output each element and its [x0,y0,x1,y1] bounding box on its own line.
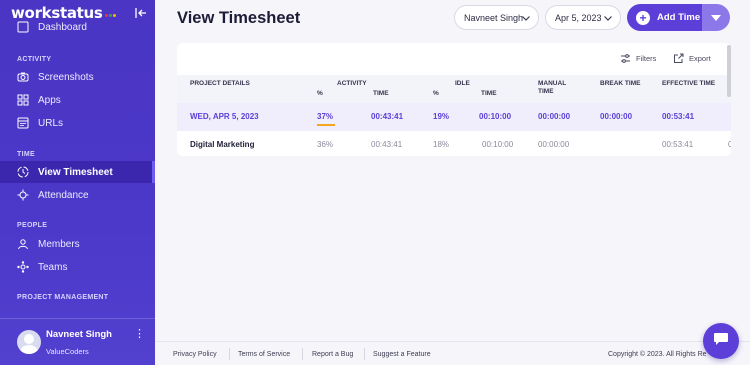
sidebar-item-label: URLs [38,117,64,129]
section-activity: ACTIVITY [17,56,52,63]
footer-divider [364,348,365,360]
attendance-icon [17,189,29,201]
idle-time: 00:10:00 [479,112,512,121]
date-select-value: Apr 5, 2023 [555,12,602,23]
export-button[interactable]: Export [673,53,711,64]
user-organization: ValueCoders [46,347,89,356]
cut-off-value: 0 [728,140,731,149]
break-time: 00:00:00 [600,112,633,121]
collapse-sidebar-icon[interactable] [134,6,148,20]
camera-icon [17,71,29,83]
header-project-details: PROJECT DETAILS [190,80,250,87]
dashboard-icon [17,21,29,33]
table-header: PROJECT DETAILS ACTIVITY % TIME % IDLE T… [177,75,731,103]
activity-time: 00:43:41 [371,140,403,149]
idle-time: 00:10:00 [482,140,514,149]
activity-percent: 37% [317,112,334,121]
sidebar-item-screenshots[interactable]: Screenshots [0,66,155,88]
member-select-value: Navneet Singh [464,12,524,23]
section-project-management: PROJECT MANAGEMENT [17,294,109,301]
activity-time: 00:43:41 [371,112,404,121]
header-idle: IDLE [455,80,470,87]
add-time-button[interactable]: + Add Time [627,4,702,31]
chat-bubble-icon [713,332,729,351]
members-icon [17,238,29,250]
more-options-icon[interactable]: ⋮ [134,327,145,341]
sidebar-item-label: Screenshots [38,71,94,83]
idle-percent: 18% [433,140,450,149]
page-title: View Timesheet [177,9,301,27]
timesheet-card: Filters Export PROJECT DETAILS ACTIVITY … [177,43,731,156]
header-idle-pct: % [433,90,439,97]
sidebar: workstatus Dashboard ACTIVITY Screenshot… [0,0,155,365]
header-manual-line-1: MANUAL [538,80,567,87]
sidebar-item-label: Teams [38,261,68,273]
section-people: PEOPLE [17,222,48,229]
header-activity: ACTIVITY [337,80,367,87]
add-time-dropdown-button[interactable] [702,4,730,31]
report-bug-link[interactable]: Report a Bug [312,351,353,358]
sidebar-item-label: View Timesheet [38,166,113,178]
copyright-text: Copyright © 2023. All Rights Re [608,351,707,358]
table-row-day[interactable]: WED, APR 5, 2023 37% 00:43:41 19% 00:10:… [177,103,731,131]
sidebar-item-label: Attendance [38,189,89,201]
caret-down-icon [711,14,721,21]
header-effective-time: EFFECTIVE TIME [662,80,716,87]
sidebar-item-teams[interactable]: Teams [0,256,155,278]
sidebar-item-members[interactable]: Members [0,233,155,255]
header-break-time: BREAK TIME [600,80,641,87]
privacy-policy-link[interactable]: Privacy Policy [173,351,217,358]
footer-divider [302,348,303,360]
manual-time: 00:00:00 [538,140,570,149]
teams-icon [17,261,29,273]
terms-of-service-link[interactable]: Terms of Service [238,351,290,358]
add-time-label: Add Time [657,12,701,23]
table-row-project[interactable]: Digital Marketing 36% 00:43:41 18% 00:10… [177,131,731,156]
activity-percent: 36% [317,140,334,149]
header-idle-time: TIME [481,90,497,97]
sidebar-item-label: Members [38,238,80,250]
avatar[interactable] [17,330,41,354]
vertical-scrollbar[interactable] [727,45,731,97]
chevron-down-icon [521,13,531,23]
effective-time: 00:53:41 [662,112,695,121]
row-date: WED, APR 5, 2023 [190,112,259,121]
sidebar-item-dashboard[interactable]: Dashboard [0,20,155,38]
member-select[interactable]: Navneet Singh [454,5,539,30]
activity-progress-bar [317,124,335,126]
sidebar-item-attendance[interactable]: Attendance [0,184,155,206]
idle-percent: 19% [433,112,450,121]
user-name: Navneet Singh [46,329,112,340]
sidebar-menu: Dashboard ACTIVITY Screenshots Apps URLs… [0,20,155,316]
plus-icon: + [636,10,650,25]
sidebar-item-view-timesheet[interactable]: View Timesheet [0,161,155,183]
header-activity-pct: % [317,90,323,97]
clock-icon [17,166,29,178]
section-time: TIME [17,151,35,158]
user-profile[interactable]: Navneet Singh ValueCoders ⋮ [0,318,155,365]
suggest-feature-link[interactable]: Suggest a Feature [373,351,431,358]
chat-support-button[interactable] [703,323,739,359]
header-manual-time: MANUAL TIME [538,80,566,96]
apps-grid-icon [17,94,29,106]
sidebar-item-urls[interactable]: URLs [0,112,155,134]
header-manual-line-2: TIME [538,88,554,95]
project-name: Digital Marketing [190,140,255,149]
filter-sliders-icon [620,53,631,64]
export-icon [673,53,684,64]
filters-button[interactable]: Filters [620,53,656,64]
export-label: Export [689,54,711,63]
sidebar-item-label: Dashboard [38,21,87,33]
sidebar-item-apps[interactable]: Apps [0,89,155,111]
browser-icon [17,117,29,129]
footer-divider [229,348,230,360]
manual-time: 00:00:00 [538,112,571,121]
sidebar-item-label: Apps [38,94,61,106]
date-select[interactable]: Apr 5, 2023 [545,5,621,30]
header-activity-time: TIME [373,90,389,97]
footer: Privacy Policy Terms of Service Report a… [155,341,750,365]
chevron-down-icon [603,13,613,23]
effective-time: 00:53:41 [662,140,694,149]
filters-label: Filters [636,54,657,63]
